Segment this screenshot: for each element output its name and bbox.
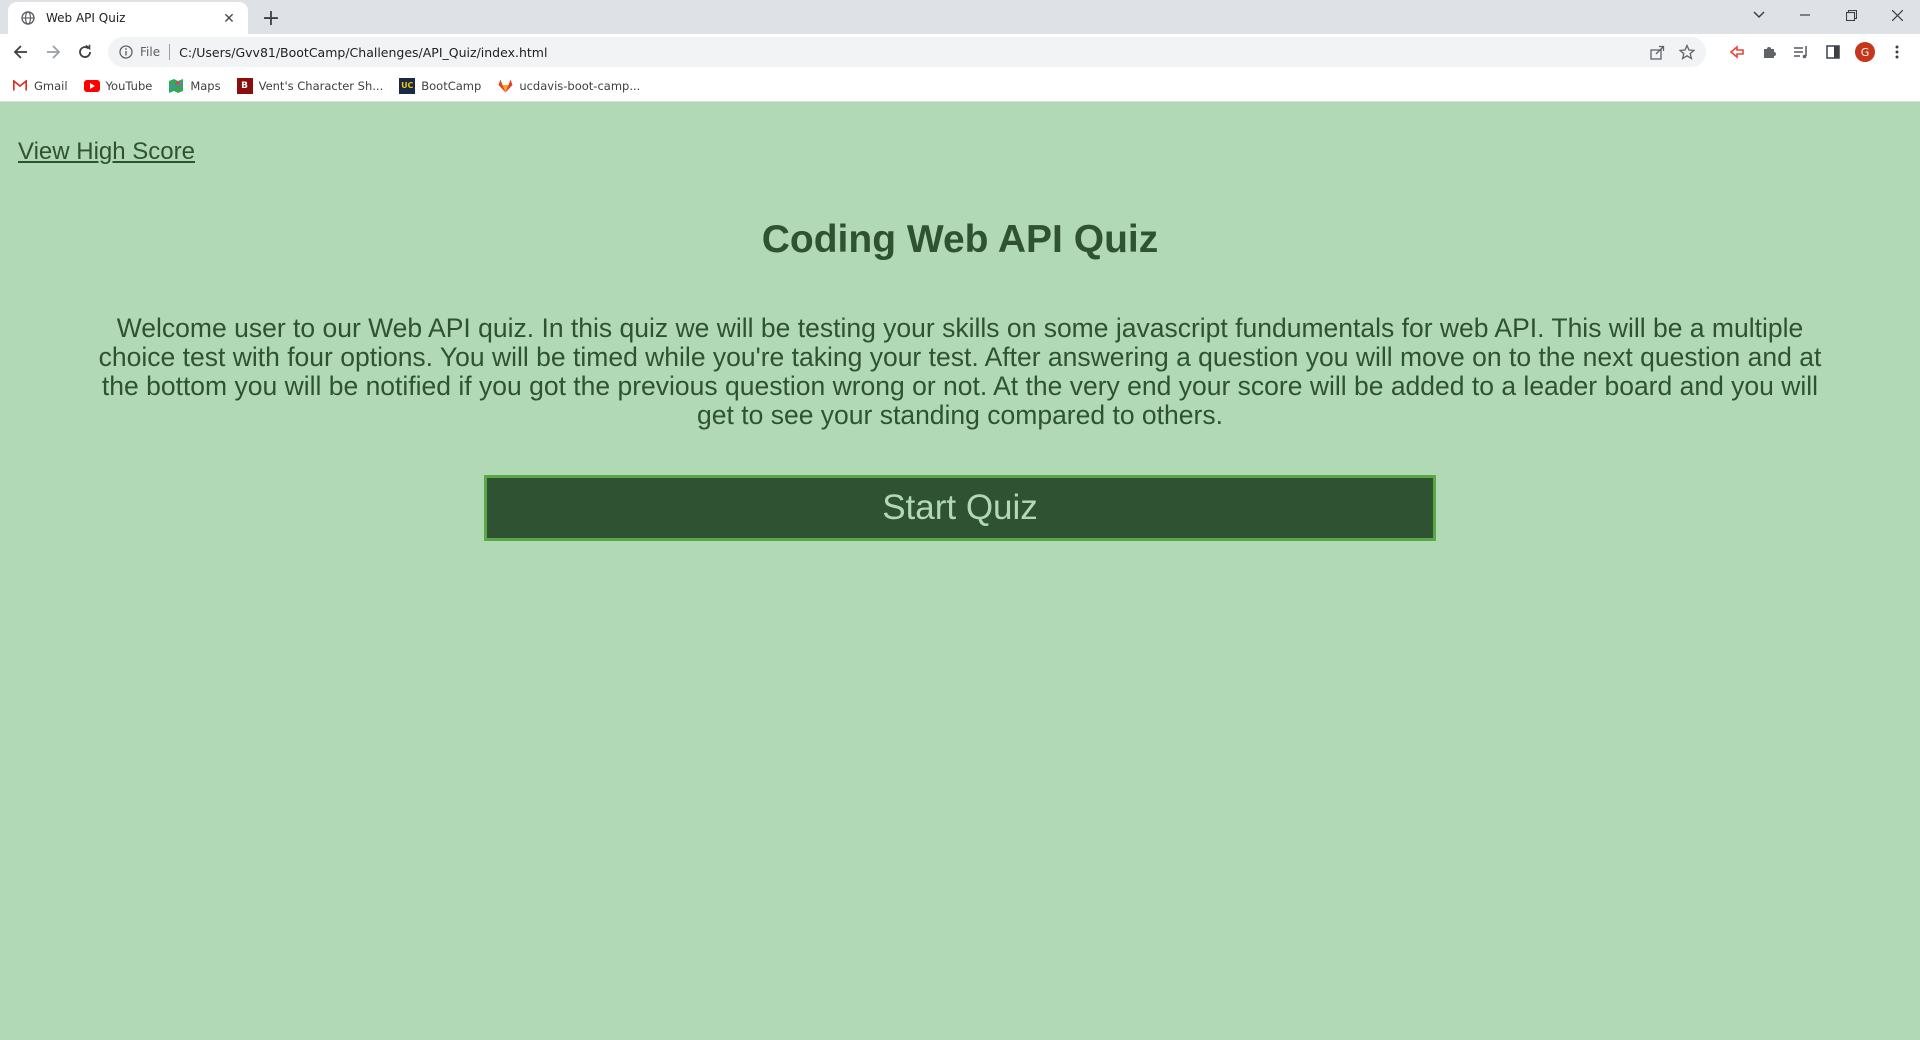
minimize-icon[interactable]	[1782, 0, 1828, 30]
page-title: Coding Web API Quiz	[761, 218, 1159, 261]
browser-toolbar: File C:/Users/Gvv81/BootCamp/Challenges/…	[0, 34, 1920, 70]
start-quiz-button[interactable]: Start Quiz	[484, 475, 1436, 541]
bookmark-bootcamp[interactable]: UC BootCamp	[399, 77, 482, 94]
browser-tab[interactable]: Web API Quiz ✕	[8, 2, 248, 34]
address-bar[interactable]: File C:/Users/Gvv81/BootCamp/Challenges/…	[108, 37, 1706, 67]
bookmark-label: Maps	[190, 78, 221, 93]
view-high-score-link[interactable]: View High Score	[18, 138, 195, 166]
forward-arrow-icon[interactable]	[39, 38, 67, 66]
gmail-icon	[12, 78, 28, 94]
restore-icon[interactable]	[1828, 0, 1874, 30]
bookmark-vents-character-sheet[interactable]: B Vent's Character Sh...	[236, 77, 384, 94]
tab-title: Web API Quiz	[46, 11, 126, 25]
bookmark-label: BootCamp	[421, 78, 482, 93]
bookmark-label: Gmail	[34, 78, 68, 93]
page-content: View High Score Coding Web API Quiz Welc…	[0, 102, 1920, 1040]
url-scheme-label: File	[140, 45, 161, 59]
profile-avatar[interactable]: G	[1851, 38, 1879, 66]
browser-chrome: Web API Quiz ✕ + File C:/Users/Gvv81/Boo…	[0, 0, 1920, 102]
youtube-icon	[83, 78, 100, 94]
globe-icon	[20, 10, 36, 26]
reading-list-icon[interactable]	[1787, 38, 1815, 66]
bookmark-b-icon: B	[236, 77, 253, 94]
back-arrow-icon[interactable]	[7, 38, 35, 66]
tab-search-icon[interactable]	[1736, 0, 1782, 30]
info-icon[interactable]	[118, 44, 134, 60]
address-separator	[169, 44, 171, 60]
bookmark-gmail[interactable]: Gmail	[12, 78, 68, 94]
share-icon[interactable]	[1646, 41, 1668, 63]
side-panel-icon[interactable]	[1819, 38, 1847, 66]
reload-icon[interactable]	[71, 38, 99, 66]
bookmark-maps[interactable]: Maps	[168, 78, 221, 94]
puzzle-extensions-icon[interactable]	[1755, 38, 1783, 66]
kebab-menu-icon[interactable]	[1883, 38, 1911, 66]
new-tab-icon[interactable]: +	[260, 6, 282, 31]
maps-icon	[168, 78, 184, 94]
bookmark-youtube[interactable]: YouTube	[83, 78, 153, 94]
uc-icon: UC	[399, 77, 416, 94]
bookmarks-bar: Gmail YouTube Maps B Vent's Character Sh…	[0, 70, 1920, 102]
star-bookmark-icon[interactable]	[1676, 41, 1698, 63]
close-window-icon[interactable]	[1874, 0, 1920, 30]
extension-red-icon[interactable]	[1723, 38, 1751, 66]
avatar: G	[1855, 42, 1875, 62]
bookmark-ucdavis-boot-camp[interactable]: ucdavis-boot-camp...	[497, 78, 640, 94]
url-text[interactable]: C:/Users/Gvv81/BootCamp/Challenges/API_Q…	[179, 45, 547, 60]
bookmark-label: YouTube	[105, 78, 153, 93]
tab-strip: Web API Quiz ✕ +	[0, 0, 1920, 34]
bookmark-label: Vent's Character Sh...	[258, 78, 384, 93]
bookmark-label: ucdavis-boot-camp...	[519, 78, 641, 93]
close-tab-icon[interactable]: ✕	[220, 9, 238, 27]
address-bar-actions	[1646, 41, 1698, 63]
intro-text: Welcome user to our Web API quiz. In thi…	[98, 313, 1822, 430]
gitlab-icon	[497, 78, 513, 94]
